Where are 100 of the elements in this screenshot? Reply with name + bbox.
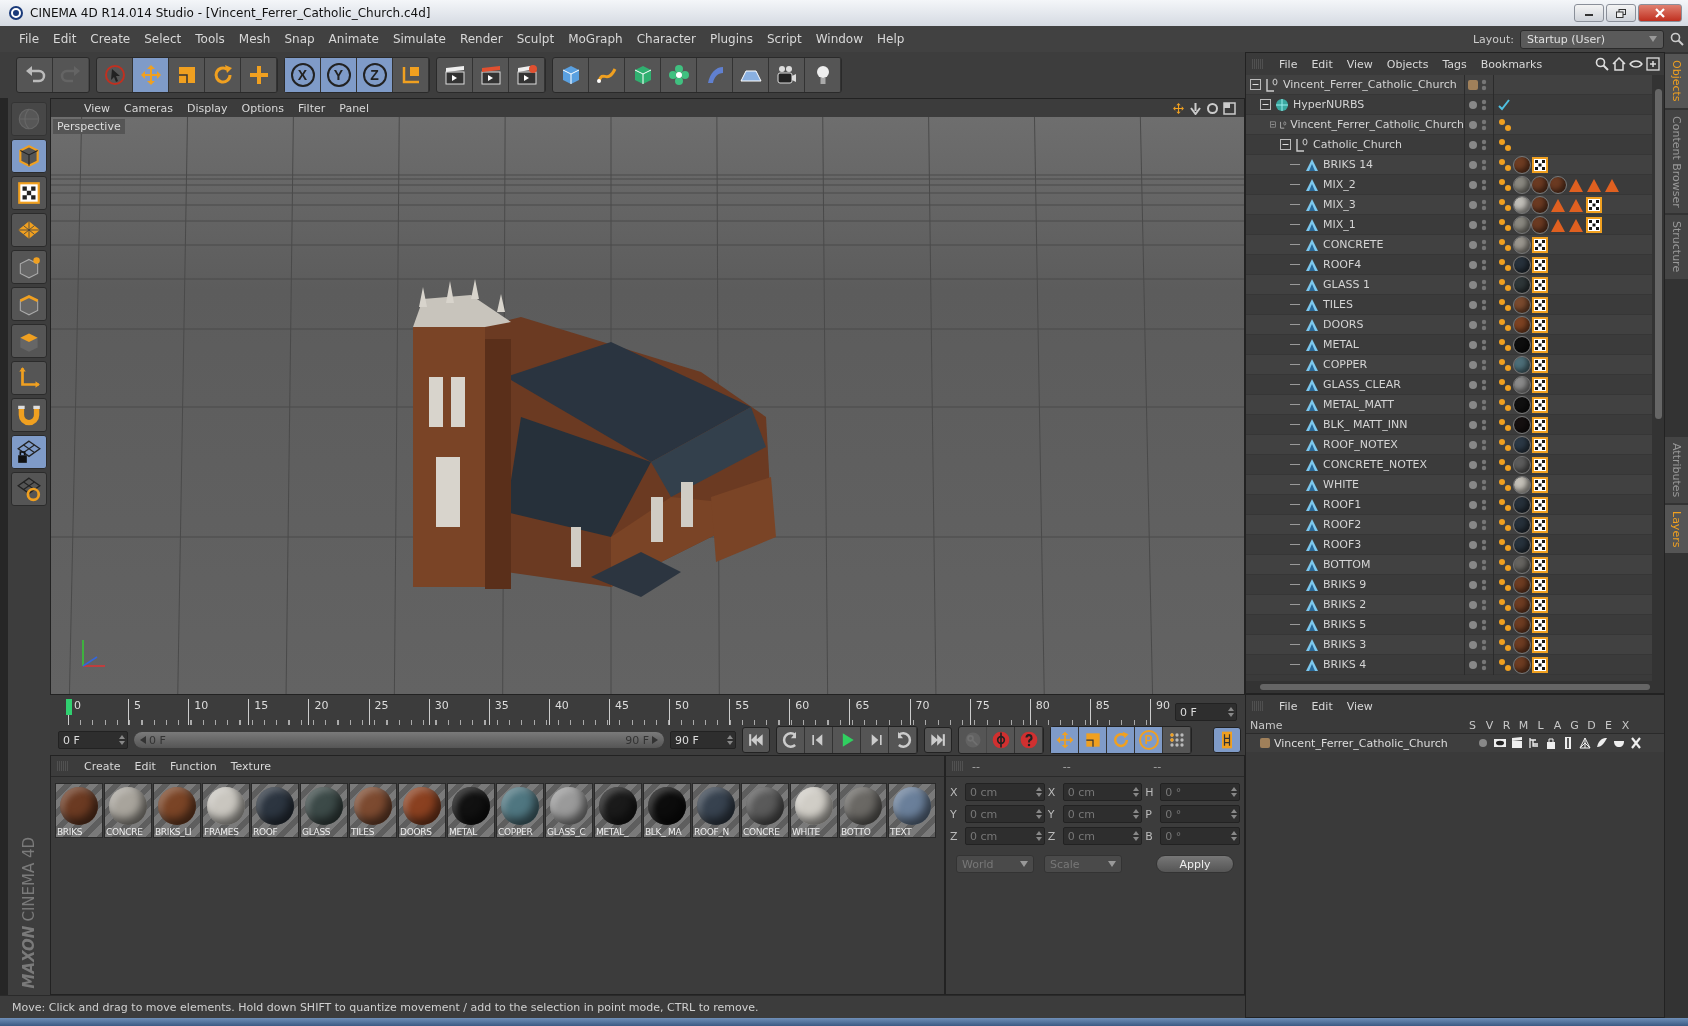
material-swatch[interactable]: ROOF_N	[692, 783, 740, 838]
dot-icon[interactable]	[1468, 579, 1478, 590]
object-name[interactable]: TILES	[1323, 298, 1354, 311]
menu-item[interactable]: Tools	[188, 32, 232, 46]
checker-icon[interactable]	[1532, 236, 1548, 253]
object-name[interactable]: ROOF_NOTEX	[1323, 438, 1398, 451]
to-start-button[interactable]	[742, 727, 770, 753]
viewport-menu-item[interactable]: Filter	[291, 101, 333, 115]
dot-icon[interactable]	[1468, 119, 1478, 130]
checker-icon[interactable]	[1586, 196, 1602, 213]
material-swatch[interactable]: BLK_ MA	[643, 783, 691, 838]
material-swatch[interactable]: CONCRE	[741, 783, 789, 838]
visibility-dots-icon[interactable]	[1481, 317, 1487, 332]
material-ball-icon[interactable]	[1514, 516, 1530, 533]
clapperboard-icon[interactable]	[1511, 737, 1523, 749]
material-ball-icon[interactable]	[1514, 256, 1530, 273]
object-name[interactable]: BRIKS 4	[1323, 658, 1367, 671]
key-scale-tool-button[interactable]	[1079, 727, 1107, 753]
object-name[interactable]: BOTTOM	[1323, 558, 1371, 571]
menu-item[interactable]: Window	[808, 32, 871, 46]
material-menu-item[interactable]: Texture	[223, 759, 278, 773]
dot-icon[interactable]	[1468, 559, 1478, 570]
visibility-dots-icon[interactable]	[1481, 457, 1487, 472]
checker-icon[interactable]	[1532, 256, 1548, 273]
material-swatch[interactable]: WHITE	[790, 783, 838, 838]
material-ball-icon[interactable]	[1514, 196, 1530, 213]
down-arrow-icon[interactable]	[1189, 101, 1202, 115]
material-menu-item[interactable]: Create	[77, 759, 128, 773]
home-icon[interactable]	[1612, 57, 1626, 71]
material-swatch[interactable]: FRAMES	[202, 783, 250, 838]
menu-item[interactable]: Render	[452, 32, 510, 46]
menu-item[interactable]: Edit	[46, 32, 84, 46]
visibility-dots-icon[interactable]	[1481, 137, 1487, 152]
object-menu-item[interactable]: Bookmarks	[1473, 57, 1550, 71]
two-dots-icon[interactable]	[1498, 376, 1512, 393]
material-ball-icon[interactable]	[1532, 196, 1548, 213]
visibility-dots-icon[interactable]	[1481, 117, 1487, 132]
eye-icon[interactable]	[1629, 57, 1643, 71]
dot-icon[interactable]	[1468, 519, 1478, 530]
dot-icon[interactable]	[1468, 219, 1478, 230]
visibility-dots-icon[interactable]	[1481, 497, 1487, 512]
object-name[interactable]: HyperNURBS	[1293, 98, 1365, 111]
two-dots-icon[interactable]	[1498, 416, 1512, 433]
dot-icon[interactable]	[1468, 159, 1478, 170]
two-dots-icon[interactable]	[1498, 636, 1512, 653]
side-tab[interactable]: Objects	[1665, 54, 1688, 108]
menu-item[interactable]: Script	[759, 32, 809, 46]
two-dots-icon[interactable]	[1498, 216, 1512, 233]
material-swatch[interactable]: GLASS_C	[545, 783, 593, 838]
menu-item[interactable]: Simulate	[385, 32, 453, 46]
material-ball-icon[interactable]	[1514, 396, 1530, 413]
dot-icon[interactable]	[1468, 439, 1478, 450]
search-icon[interactable]	[1670, 32, 1684, 46]
material-swatch[interactable]: TEXT	[888, 783, 936, 838]
visibility-dots-icon[interactable]	[1481, 577, 1487, 592]
workplane-mode-button[interactable]	[11, 213, 47, 247]
checker-icon[interactable]	[1532, 636, 1548, 653]
layer-color-swatch[interactable]	[1468, 79, 1478, 90]
viewport-menu-item[interactable]: View	[77, 101, 118, 115]
checker-icon[interactable]	[1532, 376, 1548, 393]
checker-icon[interactable]	[1532, 616, 1548, 633]
material-ball-icon[interactable]	[1514, 476, 1530, 493]
object-name[interactable]: MIX_2	[1323, 178, 1356, 191]
texture-mode-button[interactable]	[11, 176, 47, 210]
dot-icon[interactable]	[1468, 379, 1478, 390]
checkmark-icon[interactable]	[1498, 98, 1510, 111]
object-name[interactable]: DOORS	[1323, 318, 1364, 331]
axis-tool-button[interactable]: Y	[321, 58, 357, 92]
object-name[interactable]: CONCRETE_NOTEX	[1323, 458, 1428, 471]
menu-item[interactable]: Snap	[277, 32, 322, 46]
object-name[interactable]: COPPER	[1323, 358, 1368, 371]
material-menu-item[interactable]: Function	[162, 759, 224, 773]
tree-toggle-icon[interactable]	[1260, 99, 1271, 110]
dot-icon[interactable]	[1468, 619, 1478, 630]
visibility-dots-icon[interactable]	[1481, 477, 1487, 492]
visibility-dots-icon[interactable]	[1481, 357, 1487, 372]
to-end-button[interactable]	[924, 727, 952, 753]
checker-icon[interactable]	[1532, 556, 1548, 573]
two-dots-icon[interactable]	[1498, 436, 1512, 453]
checker-icon[interactable]	[1532, 336, 1548, 353]
object-menu-item[interactable]: View	[1339, 57, 1380, 71]
checker-icon[interactable]	[1532, 436, 1548, 453]
menu-item[interactable]: File	[12, 32, 47, 46]
checker-icon[interactable]	[1532, 476, 1548, 493]
object-name[interactable]: ROOF1	[1323, 498, 1362, 511]
material-swatch[interactable]: METAL_	[594, 783, 642, 838]
triangle-mesh-icon[interactable]	[1579, 737, 1591, 749]
dot-icon[interactable]	[1468, 259, 1478, 270]
viewport-menu-item[interactable]: Options	[234, 101, 291, 115]
checker-icon[interactable]	[1532, 296, 1548, 313]
checker-icon[interactable]	[1586, 216, 1602, 233]
object-name[interactable]: BRIKS 3	[1323, 638, 1367, 651]
viewport-menu-item[interactable]: Display	[180, 101, 235, 115]
two-dots-icon[interactable]	[1498, 256, 1512, 273]
dot-icon[interactable]	[1468, 419, 1478, 430]
snap-grid-mode-button[interactable]	[11, 472, 47, 506]
current-frame-field[interactable]: 0 F	[1175, 703, 1237, 721]
visibility-dots-icon[interactable]	[1481, 657, 1487, 672]
dot-icon[interactable]	[1468, 399, 1478, 410]
maximize-view-icon[interactable]	[1223, 101, 1236, 115]
